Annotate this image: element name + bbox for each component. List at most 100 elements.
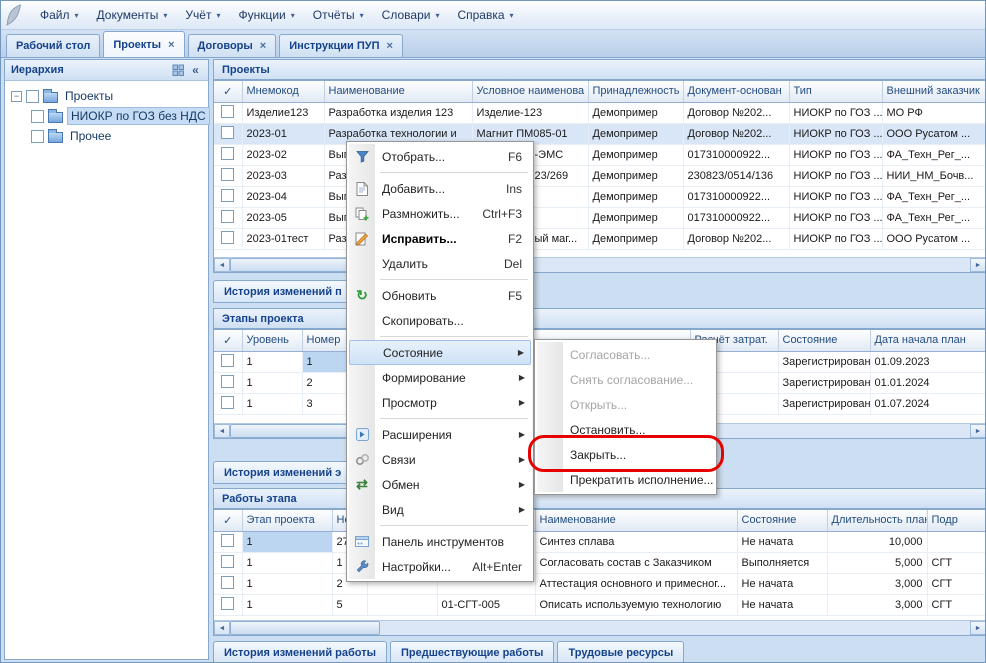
cell-name[interactable]: Согласовать состав с Заказчиком xyxy=(535,552,737,573)
cell-customer[interactable]: НИИ_НМ_Бочв... xyxy=(882,165,986,186)
scroll-right-button[interactable]: ► xyxy=(970,621,986,635)
cell-type[interactable]: НИОКР по ГОЗ ... xyxy=(789,165,882,186)
cell-level[interactable]: 1 xyxy=(242,351,302,372)
cell-doc[interactable]: 017310000922... xyxy=(683,144,789,165)
submenu-item-terminate[interactable]: Прекратить исполнение... xyxy=(537,467,714,492)
row-checkbox[interactable] xyxy=(221,597,234,610)
col-header-department[interactable]: Подр xyxy=(927,510,986,531)
cell-belong[interactable]: Демопример xyxy=(588,123,683,144)
cell-stage-selected[interactable]: 1 xyxy=(242,531,332,552)
menu-item-settings[interactable]: Настройки... Alt+Enter xyxy=(349,554,531,579)
cell-department[interactable]: СГТ xyxy=(927,573,986,594)
select-all-header[interactable]: ✓ xyxy=(214,81,242,102)
cell-mnemo[interactable]: 2023-01тест xyxy=(242,228,324,249)
cell-start-date[interactable]: 01.01.2024 xyxy=(870,372,986,393)
menu-item-add[interactable]: Добавить... Ins xyxy=(349,176,531,201)
cell-duration[interactable]: 5,000 xyxy=(827,552,927,573)
cell-mnemo[interactable]: 2023-03 xyxy=(242,165,324,186)
select-all-header[interactable]: ✓ xyxy=(214,330,242,351)
cell-name[interactable]: Синтез сплава xyxy=(535,531,737,552)
close-icon[interactable]: × xyxy=(260,40,266,52)
row-checkbox[interactable] xyxy=(221,534,234,547)
tree-checkbox[interactable] xyxy=(26,90,39,103)
tree-item-label[interactable]: Прочее xyxy=(67,128,114,144)
table-row[interactable]: 2023-03 Разр 23/269 Демопример 230823/05… xyxy=(214,165,986,186)
menu-item-preview[interactable]: Просмотр ▶ xyxy=(349,390,531,415)
cell-mnemo[interactable]: 2023-05 xyxy=(242,207,324,228)
row-checkbox[interactable] xyxy=(221,189,234,202)
menu-documents[interactable]: Документы▾ xyxy=(88,3,177,27)
cell-department[interactable] xyxy=(927,531,986,552)
cell-type[interactable]: НИОКР по ГОЗ ... xyxy=(789,186,882,207)
cell-doc[interactable]: 017310000922... xyxy=(683,186,789,207)
menu-item-links[interactable]: Связи ▶ xyxy=(349,447,531,472)
table-row[interactable]: 1 27 Синтез сплава Не начата 10,000 xyxy=(214,531,986,552)
cell-hidden[interactable] xyxy=(367,594,437,615)
col-header-cond-name[interactable]: Условное наименова xyxy=(472,81,588,102)
row-checkbox[interactable] xyxy=(221,231,234,244)
cell-mnemo[interactable]: 01-СГТ-005 xyxy=(437,594,535,615)
cell-name[interactable]: Разработка изделия 123 xyxy=(324,102,472,123)
cell-department[interactable]: СГТ xyxy=(927,552,986,573)
tree-item-projects-root[interactable]: − Проекты xyxy=(7,86,206,106)
cell-cond[interactable]: Изделие-123 xyxy=(472,102,588,123)
tab-work-history[interactable]: История изменений работы xyxy=(213,641,387,663)
menu-item-formation[interactable]: Формирование ▶ xyxy=(349,365,531,390)
cell-number[interactable]: 5 xyxy=(332,594,367,615)
cell-customer[interactable]: ФА_Техн_Рег_... xyxy=(882,207,986,228)
cell-doc[interactable]: 017310000922... xyxy=(683,207,789,228)
menu-functions[interactable]: Функции▾ xyxy=(229,3,303,27)
scroll-right-button[interactable]: ► xyxy=(970,258,986,272)
table-row[interactable]: 1 2 Аттестация основного и примесног... … xyxy=(214,573,986,594)
row-checkbox[interactable] xyxy=(221,375,234,388)
cell-doc[interactable]: Договор №202... xyxy=(683,102,789,123)
cell-state[interactable]: Выполняется xyxy=(737,552,827,573)
tree-item-label[interactable]: НИОКР по ГОЗ без НДС xyxy=(67,107,210,125)
row-checkbox[interactable] xyxy=(221,576,234,589)
cell-name[interactable]: Описать используемую технологию xyxy=(535,594,737,615)
col-header-level[interactable]: Уровень xyxy=(242,330,302,351)
cell-type[interactable]: НИОКР по ГОЗ ... xyxy=(789,228,882,249)
cell-state[interactable]: Зарегистрирован xyxy=(778,393,870,414)
menu-dictionaries[interactable]: Словари▾ xyxy=(373,3,449,27)
table-row[interactable]: 2023-05 Вып Демопример 017310000922... Н… xyxy=(214,207,986,228)
cell-state[interactable]: Зарегистрирован xyxy=(778,351,870,372)
cell-mnemo[interactable]: Изделие123 xyxy=(242,102,324,123)
cell-state[interactable]: Не начата xyxy=(737,594,827,615)
scroll-left-button[interactable]: ◄ xyxy=(214,424,230,438)
col-header-doc[interactable]: Документ-основан xyxy=(683,81,789,102)
menu-item-view-mode[interactable]: Вид ▶ xyxy=(349,497,531,522)
cell-type[interactable]: НИОКР по ГОЗ ... xyxy=(789,102,882,123)
menu-file[interactable]: Файл▾ xyxy=(31,3,88,27)
tab-instructions[interactable]: Инструкции ПУП× xyxy=(279,34,403,57)
cell-doc[interactable]: Договор №202... xyxy=(683,228,789,249)
menu-reports[interactable]: Отчёты▾ xyxy=(304,3,373,27)
select-all-header[interactable]: ✓ xyxy=(214,510,242,531)
cell-stage[interactable]: 1 xyxy=(242,573,332,594)
cell-level[interactable]: 1 xyxy=(242,393,302,414)
cell-mnemo[interactable]: 2023-01 xyxy=(242,123,324,144)
scrollbar-thumb[interactable] xyxy=(230,621,380,635)
cell-belong[interactable]: Демопример xyxy=(588,207,683,228)
table-row-selected[interactable]: 2023-01 Разработка технологии и Магнит П… xyxy=(214,123,986,144)
menu-help[interactable]: Справка▾ xyxy=(448,3,522,27)
collapse-panel-icon[interactable]: « xyxy=(187,63,204,78)
menu-item-delete[interactable]: Удалить Del xyxy=(349,251,531,276)
tab-project-history[interactable]: История изменений п xyxy=(213,280,363,303)
table-row[interactable]: 1 5 01-СГТ-005 Описать используемую техн… xyxy=(214,594,986,615)
cell-belong[interactable]: Демопример xyxy=(588,144,683,165)
cell-belong[interactable]: Демопример xyxy=(588,228,683,249)
menu-item-edit[interactable]: Исправить... F2 xyxy=(349,226,531,251)
cell-doc[interactable]: 230823/0514/136 xyxy=(683,165,789,186)
scrollbar-track[interactable] xyxy=(380,621,970,635)
cell-mnemo[interactable]: 2023-04 xyxy=(242,186,324,207)
cell-name[interactable]: Аттестация основного и примесног... xyxy=(535,573,737,594)
cell-belong[interactable]: Демопример xyxy=(588,186,683,207)
col-header-name[interactable]: Наименование xyxy=(324,81,472,102)
cell-duration[interactable]: 3,000 xyxy=(827,594,927,615)
cell-state[interactable]: Не начата xyxy=(737,531,827,552)
tab-preceding-works[interactable]: Предшествующие работы xyxy=(390,641,554,663)
tree-item-niokr[interactable]: НИОКР по ГОЗ без НДС xyxy=(7,106,206,126)
row-checkbox[interactable] xyxy=(221,555,234,568)
close-icon[interactable]: × xyxy=(168,39,174,51)
